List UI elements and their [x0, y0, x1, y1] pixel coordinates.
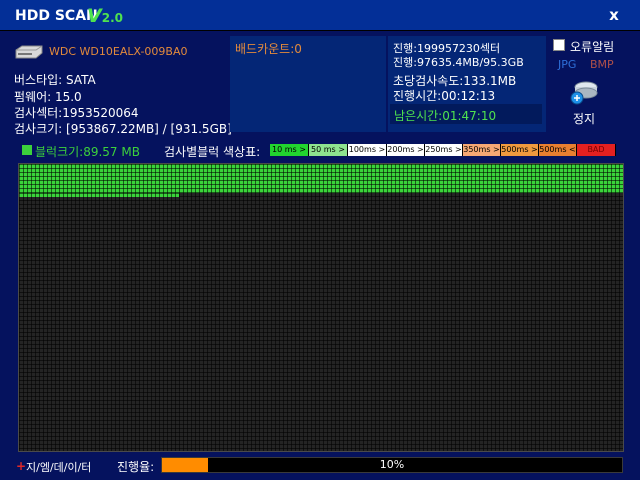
stop-icon[interactable] [569, 77, 599, 107]
legend-chip: 500ms > [501, 144, 539, 156]
app-title: HDD SCAN [15, 8, 98, 24]
scan-size: 검사크기: [953867.22MB] / [931.5GB] [14, 122, 232, 136]
legend-chip: 10 ms > [270, 144, 309, 156]
scan-sectors: 검사섹터:1953520064 [14, 106, 139, 120]
progress-percent: 10% [379, 458, 405, 471]
color-legend-label: 검사별블럭 색상표: [164, 145, 261, 159]
size-progress: 진행:97635.4MB/95.3GB [393, 56, 524, 69]
legend-chip: 350ms > [463, 144, 501, 156]
block-map [18, 163, 624, 452]
bad-count: 배드카운트:0 [235, 42, 302, 56]
legend-chip: 100ms > [348, 144, 387, 156]
hard-drive-icon [15, 45, 43, 59]
legend-chip: 500ms < [539, 144, 577, 156]
legend-chip: BAD [577, 144, 616, 156]
scanned-blocks-partial-row [19, 193, 179, 197]
hdd-scan-window: HDD SCAN V2.0 x WDC WD10EALX-009BA0 버스타입… [0, 0, 640, 480]
error-alarm-label: 오류알림 [570, 40, 615, 54]
legend-chip: 250ms > [425, 144, 463, 156]
drive-model: WDC WD10EALX-009BA0 [49, 45, 188, 58]
bmp-option[interactable]: BMP [590, 58, 614, 71]
jpg-option[interactable]: JPG [558, 58, 576, 71]
bus-type: 버스타입: SATA [14, 73, 96, 87]
stop-button[interactable]: 정지 [573, 110, 595, 127]
scanned-blocks [19, 164, 623, 193]
version-label: V2.0 [87, 5, 123, 27]
legend-chip: 200ms > [387, 144, 425, 156]
brand-label: 지/엠/데/이/터 [26, 461, 92, 474]
error-alarm-checkbox[interactable] [553, 39, 565, 51]
block-size: 블럭크기:89.57 MB [35, 145, 140, 159]
brand-star-icon: + [16, 459, 27, 473]
legend-chip: 50 ms > [309, 144, 348, 156]
firmware: 펌웨어: 15.0 [14, 90, 82, 104]
title-bar: HDD SCAN V2.0 x [0, 0, 640, 31]
remaining-time: 남은시간:01:47:10 [394, 109, 497, 123]
elapsed-time: 진행시간:00:12:13 [393, 89, 496, 103]
progress-label: 진행율: [117, 460, 155, 474]
color-legend-chips: 10 ms >50 ms >100ms >200ms >250ms >350ms… [270, 144, 616, 156]
version-prefix: V [87, 5, 102, 27]
close-button[interactable]: x [604, 6, 624, 24]
progress-bar: 10% [161, 457, 623, 473]
block-size-swatch [22, 145, 32, 155]
version-number: 2.0 [101, 11, 123, 25]
